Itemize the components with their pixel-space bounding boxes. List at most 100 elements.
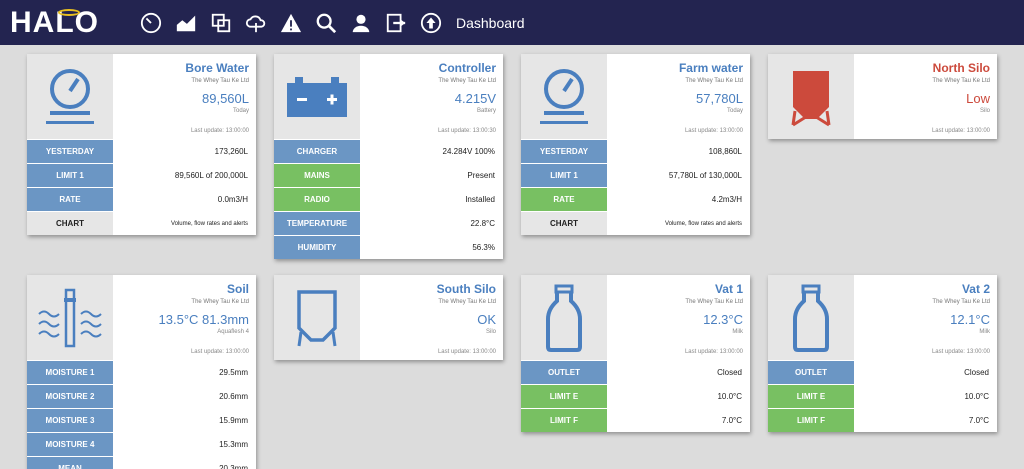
- halo-logo[interactable]: HALO: [10, 5, 125, 41]
- card-vat-2[interactable]: Vat 2 The Whey Tau Ke Ltd 12.1°C Milk La…: [768, 275, 997, 432]
- card-title: Vat 2: [961, 282, 990, 296]
- row-label[interactable]: CHART: [521, 212, 607, 235]
- card-unit: Milk: [979, 329, 990, 335]
- row-value: Closed: [964, 368, 989, 377]
- card-unit: Aquaflesh 4: [217, 329, 249, 335]
- row-value: Present: [467, 171, 495, 180]
- card-farm-water[interactable]: Farm water The Whey Tau Ke Ltd 57,780L T…: [521, 54, 750, 235]
- card-north-silo[interactable]: North Silo The Whey Tau Ke Ltd Low Silo …: [768, 54, 997, 139]
- user-icon[interactable]: [349, 11, 373, 35]
- card-row-moisture-4: MOISTURE 4 15.3mm: [27, 432, 256, 456]
- soil-probe-icon: [27, 275, 113, 360]
- silo-icon: [274, 275, 360, 360]
- card-row-limit-f: LIMIT F 7.0°C: [521, 408, 750, 432]
- row-label: LIMIT E: [768, 385, 854, 408]
- page-title: Dashboard: [456, 14, 525, 31]
- row-value: 10.0°C: [717, 392, 742, 401]
- card-bore-water[interactable]: Bore Water The Whey Tau Ke Ltd 89,560L T…: [27, 54, 256, 235]
- card-last-update: Last update: 13:00:00: [190, 349, 249, 355]
- upload-icon[interactable]: [419, 11, 443, 35]
- row-label[interactable]: CHART: [27, 212, 113, 235]
- card-owner: The Whey Tau Ke Ltd: [191, 299, 249, 305]
- card-row-rate: RATE 4.2m3/H: [521, 187, 750, 211]
- milk-bottle-icon: [768, 275, 854, 360]
- row-label: HUMIDITY: [274, 236, 360, 259]
- card-row-chart[interactable]: CHART Volume, flow rates and alerts: [27, 211, 256, 235]
- card-title: South Silo: [436, 282, 496, 296]
- row-label: RADIO: [274, 188, 360, 211]
- card-last-update: Last update: 13:00:30: [437, 128, 496, 134]
- card-unit: Silo: [979, 108, 990, 114]
- row-value[interactable]: Volume, flow rates and alerts: [113, 212, 256, 235]
- row-value: Installed: [465, 195, 495, 204]
- card-south-silo[interactable]: South Silo The Whey Tau Ke Ltd OK Silo L…: [274, 275, 503, 360]
- card-row-mean: MEAN 20.3mm: [27, 456, 256, 469]
- card-unit: Today: [232, 108, 249, 114]
- row-label: OUTLET: [768, 361, 854, 384]
- card-row-chart[interactable]: CHART Volume, flow rates and alerts: [521, 211, 750, 235]
- row-label: MEAN: [27, 457, 113, 469]
- card-row-humidity: HUMIDITY 56.3%: [274, 235, 503, 259]
- card-row-moisture-1: MOISTURE 1 29.5mm: [27, 360, 256, 384]
- card-title: Vat 1: [714, 282, 743, 296]
- card-owner: The Whey Tau Ke Ltd: [685, 78, 743, 84]
- cloud-icon[interactable]: [244, 11, 268, 35]
- card-unit: Battery: [476, 108, 496, 114]
- card-owner: The Whey Tau Ke Ltd: [685, 299, 743, 305]
- card-controller[interactable]: Controller The Whey Tau Ke Ltd 4.215V Ba…: [274, 54, 503, 259]
- card-row-temperature: TEMPERATURE 22.8°C: [274, 211, 503, 235]
- card-last-update: Last update: 13:00:00: [684, 349, 743, 355]
- chart-icon[interactable]: [174, 11, 198, 35]
- water-meter-icon: [27, 54, 113, 139]
- logo-text: HALO: [10, 5, 99, 39]
- card-value: 89,560L: [202, 91, 249, 106]
- warning-icon[interactable]: [279, 11, 303, 35]
- card-row-yesterday: YESTERDAY 173,260L: [27, 139, 256, 163]
- card-last-update: Last update: 13:00:00: [437, 349, 496, 355]
- row-value: 57,780L of 130,000L: [668, 171, 742, 180]
- card-row-limit-e: LIMIT E 10.0°C: [521, 384, 750, 408]
- row-value: 89,560L of 200,000L: [174, 171, 248, 180]
- export-icon[interactable]: [384, 11, 408, 35]
- row-value: 20.6mm: [219, 392, 248, 401]
- row-value: 108,860L: [708, 147, 742, 156]
- card-row-moisture-2: MOISTURE 2 20.6mm: [27, 384, 256, 408]
- card-owner: The Whey Tau Ke Ltd: [932, 299, 990, 305]
- row-value: 4.2m3/H: [711, 195, 742, 204]
- row-value: 56.3%: [472, 243, 495, 252]
- nav-icons: Dashboard: [139, 11, 525, 35]
- battery-icon: [274, 54, 360, 139]
- card-unit: Silo: [485, 329, 496, 335]
- card-row-charger: CHARGER 24.284V 100%: [274, 139, 503, 163]
- row-value: 7.0°C: [968, 416, 989, 425]
- row-value[interactable]: Volume, flow rates and alerts: [607, 212, 750, 235]
- top-nav-bar: HALO Dashboard: [0, 0, 1024, 45]
- row-label: OUTLET: [521, 361, 607, 384]
- card-value: Low: [966, 91, 990, 106]
- row-value: 7.0°C: [721, 416, 742, 425]
- row-value: 24.284V 100%: [442, 147, 496, 156]
- card-unit: Today: [726, 108, 743, 114]
- card-value: 57,780L: [696, 91, 743, 106]
- search-icon[interactable]: [314, 11, 338, 35]
- gauge-icon[interactable]: [139, 11, 163, 35]
- card-row-limit: LIMIT 1 89,560L of 200,000L: [27, 163, 256, 187]
- row-label: CHARGER: [274, 140, 360, 163]
- copy-icon[interactable]: [209, 11, 233, 35]
- card-title: Bore Water: [185, 61, 249, 75]
- card-row-mains: MAINS Present: [274, 163, 503, 187]
- card-row-limit-f: LIMIT F 7.0°C: [768, 408, 997, 432]
- card-row-moisture-3: MOISTURE 3 15.9mm: [27, 408, 256, 432]
- card-row-radio: RADIO Installed: [274, 187, 503, 211]
- card-owner: The Whey Tau Ke Ltd: [438, 299, 496, 305]
- row-label: LIMIT F: [521, 409, 607, 432]
- card-value: 13.5°C 81.3mm: [158, 312, 249, 327]
- card-row-outlet: OUTLET Closed: [521, 360, 750, 384]
- row-label: LIMIT 1: [27, 164, 113, 187]
- card-row-outlet: OUTLET Closed: [768, 360, 997, 384]
- card-last-update: Last update: 13:00:00: [931, 128, 990, 134]
- row-label: LIMIT F: [768, 409, 854, 432]
- card-vat-1[interactable]: Vat 1 The Whey Tau Ke Ltd 12.3°C Milk La…: [521, 275, 750, 432]
- card-value: 4.215V: [454, 91, 496, 106]
- card-soil[interactable]: Soil The Whey Tau Ke Ltd 13.5°C 81.3mm A…: [27, 275, 256, 469]
